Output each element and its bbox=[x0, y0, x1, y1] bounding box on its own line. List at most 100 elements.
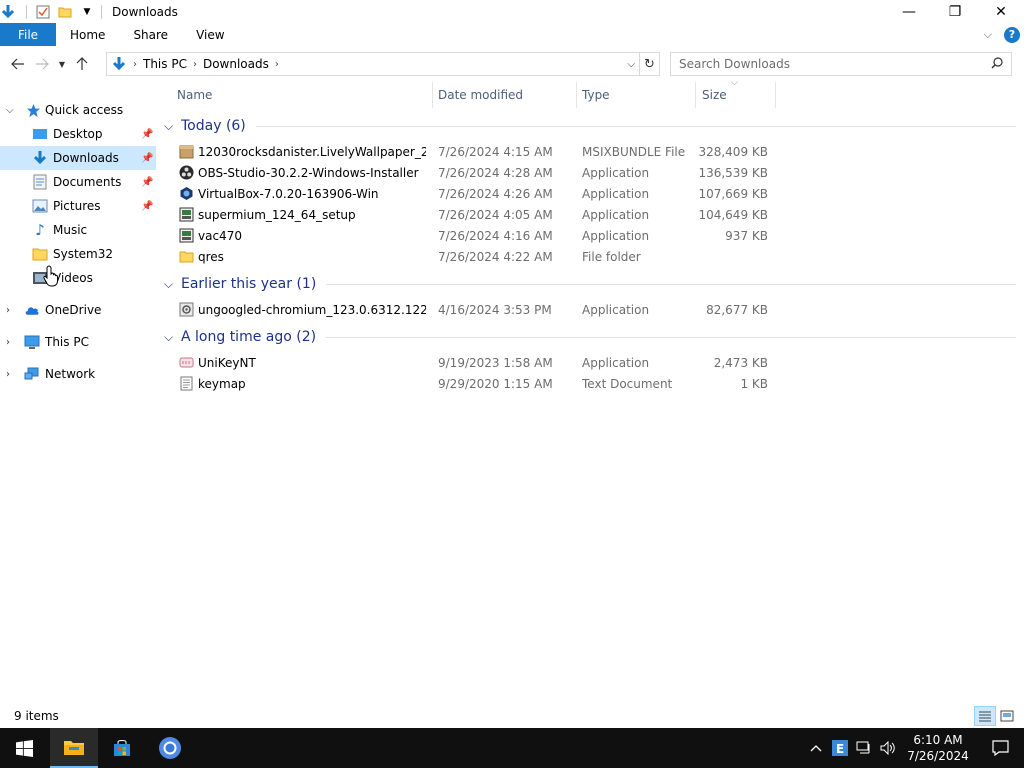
collapse-group-icon[interactable]: ⌵ bbox=[164, 277, 178, 292]
download-icon bbox=[32, 150, 48, 166]
pin-icon[interactable]: 📌 bbox=[141, 201, 153, 212]
pin-icon[interactable]: 📌 bbox=[141, 153, 153, 164]
collapse-group-icon[interactable]: ⌵ bbox=[164, 330, 178, 345]
refresh-button[interactable]: ↻ bbox=[640, 52, 660, 76]
recent-locations-button[interactable]: ▼ bbox=[54, 52, 70, 76]
file-row[interactable]: vac470 7/26/2024 4:16 AM Application 937… bbox=[176, 225, 776, 246]
download-folder-icon bbox=[111, 56, 127, 72]
music-icon: ♪ bbox=[35, 221, 45, 239]
file-row[interactable]: qres 7/26/2024 4:22 AM File folder bbox=[176, 246, 776, 267]
nav-desktop[interactable]: Desktop 📌 bbox=[0, 122, 156, 146]
notification-center-icon[interactable] bbox=[976, 728, 1024, 768]
nav-quick-access[interactable]: ⌵ Quick access bbox=[0, 98, 156, 122]
file-explorer-icon[interactable] bbox=[50, 728, 98, 768]
expand-arrow-icon[interactable]: › bbox=[6, 369, 10, 380]
pin-icon[interactable]: 📌 bbox=[141, 129, 153, 140]
column-divider[interactable] bbox=[576, 82, 577, 108]
column-header-name[interactable]: Name bbox=[177, 82, 212, 108]
close-button[interactable]: ✕ bbox=[978, 0, 1024, 23]
nav-label: Network bbox=[45, 367, 96, 381]
file-row[interactable]: supermium_124_64_setup 7/26/2024 4:05 AM… bbox=[176, 204, 776, 225]
column-header-date[interactable]: Date modified bbox=[438, 82, 523, 108]
pc-icon bbox=[24, 334, 40, 350]
file-size: 328,409 KB bbox=[698, 144, 768, 159]
chromium-icon[interactable] bbox=[146, 728, 194, 768]
group-divider bbox=[326, 283, 1016, 285]
details-view-icon[interactable] bbox=[974, 706, 996, 726]
new-folder-icon[interactable] bbox=[57, 4, 73, 20]
breadcrumb-downloads[interactable]: Downloads bbox=[203, 57, 269, 71]
file-row[interactable]: keymap 9/29/2020 1:15 AM Text Document 1… bbox=[176, 373, 776, 394]
help-icon[interactable]: ? bbox=[1004, 26, 1020, 43]
collapse-arrow-icon[interactable]: ⌵ bbox=[6, 105, 14, 116]
separator bbox=[101, 4, 102, 19]
large-icons-view-icon[interactable] bbox=[996, 706, 1018, 726]
properties-icon[interactable] bbox=[35, 4, 51, 20]
start-icon[interactable] bbox=[0, 728, 48, 768]
address-dropdown-icon[interactable]: ⌵ bbox=[627, 59, 635, 70]
customize-toolbar-icon[interactable]: ▼ bbox=[79, 4, 95, 20]
tab-share[interactable]: Share bbox=[119, 23, 182, 46]
breadcrumb-this-pc[interactable]: This PC bbox=[143, 57, 187, 71]
tab-view[interactable]: View bbox=[182, 23, 238, 46]
nav-music[interactable]: ♪ Music bbox=[0, 218, 156, 242]
column-header-type[interactable]: Type bbox=[582, 82, 610, 108]
up-button[interactable] bbox=[70, 52, 94, 76]
column-divider[interactable] bbox=[695, 82, 696, 108]
nav-pictures[interactable]: Pictures 📌 bbox=[0, 194, 156, 218]
restore-button[interactable]: ❐ bbox=[932, 0, 978, 23]
minimize-button[interactable]: — bbox=[886, 0, 932, 23]
search-icon[interactable] bbox=[991, 56, 1003, 72]
navigation-row: ▼ › This PC › Downloads › ⌵ ↻ bbox=[0, 50, 1024, 78]
group-header-earlier-this-year[interactable]: ⌵ Earlier this year (1) bbox=[164, 274, 1016, 294]
nav-label: System32 bbox=[53, 247, 114, 261]
pin-icon[interactable]: 📌 bbox=[141, 177, 153, 188]
nav-system32[interactable]: System32 bbox=[0, 242, 156, 266]
file-row[interactable]: OBS-Studio-30.2.2-Windows-Installer 7/26… bbox=[176, 162, 776, 183]
input-method-icon[interactable]: E bbox=[828, 728, 852, 768]
nav-label: Documents bbox=[53, 175, 122, 189]
download-folder-icon[interactable] bbox=[0, 4, 16, 20]
breadcrumb-chevron-icon[interactable]: › bbox=[133, 59, 137, 70]
nav-documents[interactable]: Documents 📌 bbox=[0, 170, 156, 194]
expand-arrow-icon[interactable]: › bbox=[6, 305, 10, 316]
breadcrumb-chevron-icon[interactable]: › bbox=[193, 59, 197, 70]
nav-downloads[interactable]: Downloads 📌 bbox=[0, 146, 156, 170]
file-row[interactable]: 12030rocksdanister.LivelyWallpaper_2023.… bbox=[176, 141, 776, 162]
show-hidden-icons-icon[interactable] bbox=[804, 728, 828, 768]
search-box[interactable] bbox=[670, 52, 1012, 76]
file-row[interactable]: UniKeyNT 9/19/2023 1:58 AM Application 2… bbox=[176, 352, 776, 373]
file-type: File folder bbox=[582, 249, 641, 264]
file-type: Application bbox=[582, 355, 650, 370]
nav-network[interactable]: › Network bbox=[0, 362, 156, 386]
expand-ribbon-icon[interactable]: ⌵ bbox=[984, 28, 992, 42]
file-name: keymap bbox=[198, 376, 246, 391]
collapse-group-icon[interactable]: ⌵ bbox=[164, 119, 178, 134]
file-date: 7/26/2024 4:16 AM bbox=[438, 228, 553, 243]
store-icon[interactable] bbox=[98, 728, 146, 768]
nav-onedrive[interactable]: › OneDrive bbox=[0, 298, 156, 322]
expand-arrow-icon[interactable]: › bbox=[6, 337, 10, 348]
group-header-a-long-time-ago[interactable]: ⌵ A long time ago (2) bbox=[164, 327, 1016, 347]
breadcrumb-chevron-icon[interactable]: › bbox=[275, 59, 279, 70]
back-button[interactable] bbox=[6, 52, 30, 76]
column-divider[interactable] bbox=[432, 82, 433, 108]
nav-this-pc[interactable]: › This PC bbox=[0, 330, 156, 354]
tab-file[interactable]: File bbox=[0, 23, 56, 46]
nav-videos[interactable]: Videos bbox=[0, 266, 156, 290]
column-divider[interactable] bbox=[775, 82, 776, 108]
nav-label: Desktop bbox=[53, 127, 103, 141]
network-status-icon[interactable] bbox=[852, 728, 876, 768]
volume-icon[interactable] bbox=[876, 728, 900, 768]
file-row[interactable]: ungoogled-chromium_123.0.6312.122-1.... … bbox=[176, 299, 776, 320]
file-row[interactable]: VirtualBox-7.0.20-163906-Win 7/26/2024 4… bbox=[176, 183, 776, 204]
tab-home[interactable]: Home bbox=[56, 23, 119, 46]
file-name: 12030rocksdanister.LivelyWallpaper_2023.… bbox=[198, 144, 426, 159]
group-divider bbox=[255, 125, 1016, 127]
clock[interactable]: 6:10 AM 7/26/2024 bbox=[900, 732, 976, 764]
address-bar[interactable]: › This PC › Downloads › ⌵ bbox=[106, 52, 640, 76]
group-header-today[interactable]: ⌵ Today (6) bbox=[164, 116, 1016, 136]
forward-button[interactable] bbox=[30, 52, 54, 76]
search-input[interactable] bbox=[679, 57, 979, 71]
column-header-size[interactable]: Size bbox=[702, 82, 727, 108]
